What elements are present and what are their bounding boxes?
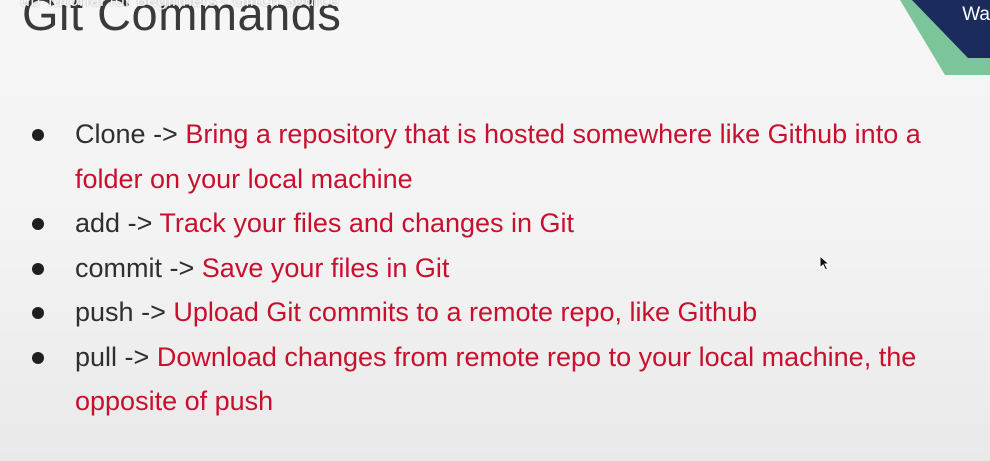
bullet-dot-icon <box>32 218 44 230</box>
command-name: add <box>75 208 121 238</box>
command-description: Save your files in Git <box>201 252 450 283</box>
bullet-dot-icon <box>32 351 44 364</box>
bullet-dot-icon <box>32 262 44 275</box>
command-arrow: -> <box>124 341 150 372</box>
bullet-dot-icon <box>32 129 44 141</box>
video-title-overlay: ub Tutorial for Beginners - Glitch Sourc… <box>20 0 340 10</box>
list-item-pull: pull -> Download changes from remote rep… <box>30 335 930 424</box>
command-arrow: -> <box>153 119 178 149</box>
command-name: push <box>75 297 134 327</box>
command-name: pull <box>75 341 118 372</box>
command-description: Upload Git commits to a remote repo, lik… <box>173 297 758 327</box>
command-arrow: -> <box>127 208 153 238</box>
list-item-clone: Clone -> Bring a repository that is host… <box>30 112 930 201</box>
command-list: Clone -> Bring a repository that is host… <box>30 112 930 424</box>
list-item-push: push -> Upload Git commits to a remote r… <box>30 290 930 335</box>
command-name: Clone <box>75 119 146 149</box>
command-arrow: -> <box>169 252 195 283</box>
presentation-slide: ub Tutorial for Beginners - Glitch Sourc… <box>0 0 990 461</box>
corner-logo-text: Wa <box>962 4 990 25</box>
bullet-dot-icon <box>32 307 44 319</box>
command-name: commit <box>75 252 162 283</box>
list-item-add: add -> Track your files and changes in G… <box>30 201 930 246</box>
command-description: Bring a repository that is hosted somewh… <box>75 119 921 194</box>
command-description: Download changes from remote repo to you… <box>75 341 917 417</box>
command-description: Track your files and changes in Git <box>159 208 575 238</box>
mouse-pointer-icon <box>819 255 831 271</box>
list-item-commit: commit -> Save your files in Git <box>30 246 930 291</box>
command-arrow: -> <box>141 297 166 327</box>
